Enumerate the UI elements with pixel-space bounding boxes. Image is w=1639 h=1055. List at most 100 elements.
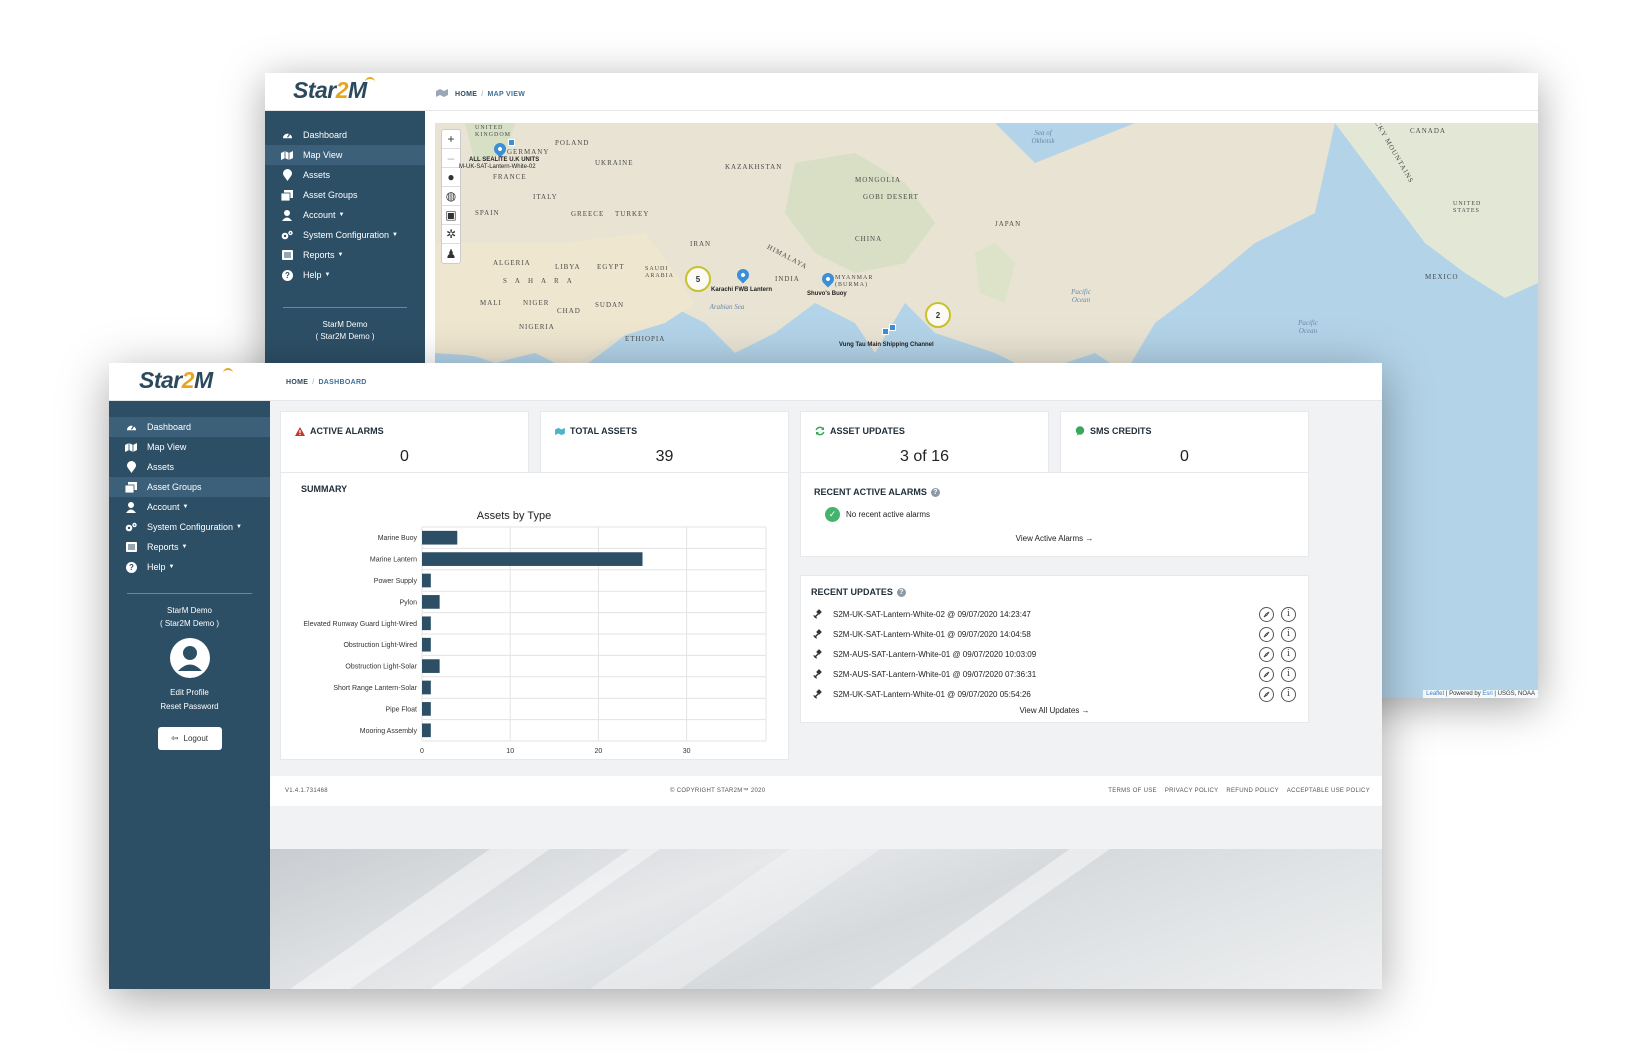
sidebar-item-help[interactable]: ? Help ▼ (109, 557, 270, 577)
sidebar-item-label: Reports (303, 250, 335, 260)
chat-icon (1075, 426, 1085, 436)
list-icon (281, 249, 293, 261)
stat-card-sms-credits[interactable]: SMS CREDITS 0 (1060, 411, 1309, 480)
logout-button[interactable]: ⇦ Logout (157, 727, 222, 750)
assets-layer-icon[interactable]: ● (442, 168, 460, 187)
sidebar-item-asset-groups[interactable]: Asset Groups (109, 477, 270, 497)
asset-square-marker[interactable] (882, 328, 889, 335)
sidebar-item-assets[interactable]: Assets (109, 457, 270, 477)
reset-password-link[interactable]: Reset Password (109, 702, 270, 711)
edit-profile-link[interactable]: Edit Profile (109, 688, 270, 697)
breadcrumb-home[interactable]: HOME (455, 91, 477, 98)
compass-icon[interactable] (1259, 686, 1274, 702)
sidebar-item-system-configuration[interactable]: System Configuration ▼ (265, 225, 425, 245)
marker-cluster[interactable]: 5 (685, 266, 711, 292)
alarm-layer-icon[interactable]: ♟ (442, 244, 460, 263)
update-row: S2M-AUS-SAT-Lantern-White-01 @ 09/07/202… (813, 644, 1296, 664)
chevron-down-icon: ▼ (168, 564, 175, 570)
sidebar-item-dashboard[interactable]: Dashboard (265, 125, 425, 145)
x-tick-label: 20 (595, 748, 603, 755)
star2m-logo[interactable]: Star2M (139, 367, 213, 394)
footer-links: TERMS OF USE PRIVACY POLICY REFUND POLIC… (1102, 788, 1370, 794)
bar-power-supply[interactable] (422, 573, 431, 588)
globe-layer-icon[interactable]: ◍ (442, 187, 460, 206)
map-place-label: MEXICO (1425, 273, 1459, 281)
sidebar-item-map-view[interactable]: Map View (109, 437, 270, 457)
recent-updates-card: RECENT UPDATES? S2M-UK-SAT-Lantern-White… (800, 575, 1309, 723)
asset-square-marker[interactable] (508, 139, 515, 146)
map-place-label: JAPAN (995, 220, 1022, 228)
y-tick-label: Power Supply (374, 578, 418, 585)
view-all-updates-link[interactable]: View All Updates → (801, 706, 1308, 715)
sidebar-item-label: Account (303, 210, 336, 220)
marker-cluster[interactable]: 2 (925, 302, 951, 328)
compass-icon[interactable] (1259, 666, 1274, 682)
sidebar-item-system-configuration[interactable]: System Configuration ▼ (109, 517, 270, 537)
terms-link[interactable]: TERMS OF USE (1108, 788, 1157, 794)
stat-card-asset-updates[interactable]: ASSET UPDATES 3 of 16 (800, 411, 1049, 480)
update-text: S2M-UK-SAT-Lantern-White-02 @ 09/07/2020… (833, 609, 1031, 619)
stat-card-active-alarms[interactable]: ACTIVE ALARMS 0 (280, 411, 529, 480)
info-icon[interactable]: i (1281, 606, 1296, 622)
info-icon[interactable]: i (1281, 646, 1296, 662)
info-icon[interactable]: i (1281, 686, 1296, 702)
privacy-link[interactable]: PRIVACY POLICY (1165, 788, 1219, 794)
sidebar-item-reports[interactable]: Reports ▼ (109, 537, 270, 557)
satellite-icon (813, 649, 823, 659)
bar-mooring-assembly[interactable] (422, 723, 431, 738)
view-active-alarms-link[interactable]: View Active Alarms → (801, 534, 1308, 543)
sidebar-item-label: Asset Groups (147, 482, 202, 492)
avatar[interactable] (169, 638, 210, 678)
stat-title: SMS CREDITS (1075, 426, 1152, 436)
star2m-logo[interactable]: Star2M (293, 77, 367, 104)
leaflet-link[interactable]: Leaflet (1426, 691, 1444, 697)
compass-icon[interactable] (1259, 606, 1274, 622)
map-place-label: CANADA (1410, 127, 1446, 135)
esri-link[interactable]: Esri (1482, 691, 1492, 697)
info-icon[interactable]: i (1281, 666, 1296, 682)
y-tick-label: Mooring Assembly (360, 728, 418, 735)
bar-obstruction-light-solar[interactable] (422, 659, 440, 673)
svg-text:?: ? (129, 563, 134, 572)
sidebar-item-dashboard[interactable]: Dashboard (109, 417, 270, 437)
map-sea-label: Sea of Okhotsk (1031, 129, 1055, 145)
list-icon (125, 541, 137, 553)
sidebar-item-asset-groups[interactable]: Asset Groups (265, 185, 425, 205)
bar-marine-buoy[interactable] (422, 530, 458, 545)
help-icon[interactable]: ? (896, 587, 906, 597)
map-place-label: SAHARA (503, 277, 580, 285)
sidebar-item-assets[interactable]: Assets (265, 165, 425, 185)
chevron-down-icon: ▼ (324, 272, 331, 278)
update-row: S2M-UK-SAT-Lantern-White-01 @ 09/07/2020… (813, 624, 1296, 644)
breadcrumb-current: MAP VIEW (487, 90, 526, 98)
y-tick-label: Elevated Runway Guard Light-Wired (303, 621, 417, 628)
zoom-in-button[interactable]: + (442, 130, 460, 149)
sidebar-item-map-view[interactable]: Map View (265, 145, 425, 165)
info-icon[interactable]: i (1281, 626, 1296, 642)
bar-elevated-runway-guard-light-wired[interactable] (422, 616, 431, 631)
question-icon: ? (125, 561, 137, 573)
sidebar-item-account[interactable]: Account ▼ (109, 497, 270, 517)
breadcrumb-home[interactable]: HOME (286, 379, 308, 386)
compass-icon[interactable] (1259, 626, 1274, 642)
asset-square-marker[interactable] (889, 324, 896, 331)
satellite-icon (813, 669, 823, 679)
bar-marine-lantern[interactable] (422, 552, 643, 566)
sidebar-item-help[interactable]: ? Help ▼ (265, 265, 425, 285)
update-text: S2M-AUS-SAT-Lantern-White-01 @ 09/07/202… (833, 649, 1037, 659)
help-icon[interactable]: ? (930, 487, 940, 497)
compass-icon[interactable] (1259, 646, 1274, 662)
bar-short-range-lantern-solar[interactable] (422, 680, 431, 695)
sidebar-item-reports[interactable]: Reports ▼ (265, 245, 425, 265)
acceptable-use-link[interactable]: ACCEPTABLE USE POLICY (1287, 788, 1370, 794)
sidebar-item-account[interactable]: Account ▼ (265, 205, 425, 225)
zoom-out-button[interactable]: – (442, 149, 460, 168)
cogs-icon (281, 229, 293, 241)
bar-pylon[interactable] (422, 595, 440, 609)
groups-layer-icon[interactable]: ▣ (442, 206, 460, 225)
stat-card-total-assets[interactable]: TOTAL ASSETS 39 (540, 411, 789, 480)
refund-link[interactable]: REFUND POLICY (1226, 788, 1278, 794)
bar-pipe-float[interactable] (422, 702, 431, 716)
bar-obstruction-light-wired[interactable] (422, 637, 431, 652)
config-layer-icon[interactable]: ✲ (442, 225, 460, 244)
